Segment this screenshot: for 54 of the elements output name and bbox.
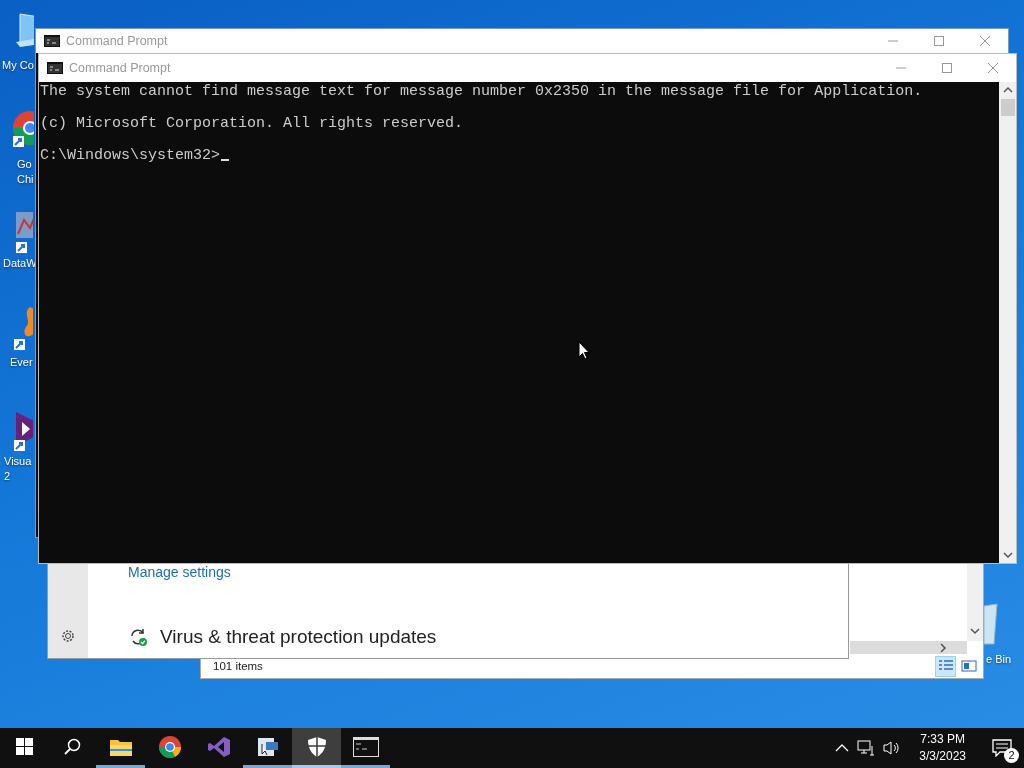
desktop-icon-label: Chi — [17, 172, 34, 187]
desktop-icon-label: Ever — [10, 355, 33, 370]
mouse-pointer-icon — [578, 341, 590, 360]
console-line: C:\Windows\system32> — [40, 148, 230, 164]
scrollbar[interactable] — [967, 564, 983, 641]
manage-settings-link[interactable]: Manage settings — [128, 564, 231, 580]
window-title: Command Prompt — [66, 34, 168, 48]
desktop-icon-label: 2 — [4, 469, 11, 484]
window-title: Command Prompt — [69, 61, 171, 75]
minimize-icon — [895, 67, 907, 69]
console-icon — [352, 736, 379, 757]
console-icon — [47, 62, 63, 74]
settings-icon[interactable] — [60, 628, 76, 644]
desktop-icon-label: Visua — [4, 454, 32, 469]
notification-center-button[interactable]: 2 — [980, 728, 1024, 768]
refresh-check-icon — [128, 627, 148, 647]
scroll-thumb[interactable] — [1000, 99, 1015, 116]
console-line: (c) Microsoft Corporation. All rights reserved. — [40, 116, 464, 132]
details-view-button[interactable] — [935, 655, 956, 677]
security-button[interactable] — [292, 728, 341, 768]
clock[interactable]: 7:33 PM 3/3/2023 — [905, 731, 980, 765]
desktop-icon-label: My Co — [2, 58, 34, 73]
desktop-icon-label: e Bin — [986, 652, 1012, 667]
desktop-icon-label: Go — [17, 157, 32, 172]
message-icon — [992, 739, 1012, 757]
tiles-icon — [960, 659, 977, 673]
close-icon — [979, 35, 991, 47]
scroll-up-icon[interactable] — [1002, 86, 1013, 94]
window-pointer-icon — [255, 735, 280, 758]
close-icon — [987, 62, 999, 74]
chrome-icon — [157, 734, 182, 759]
maximize-icon — [941, 62, 953, 74]
desktop-icon-label: DataW — [3, 256, 37, 271]
text-cursor — [221, 159, 230, 161]
section-heading: Virus & threat protection updates — [160, 626, 437, 648]
minimize-icon — [887, 40, 899, 42]
chevron-up-icon — [835, 743, 850, 753]
console-line: The system cannot find message text for message number 0x2350 in the message file for Application. — [40, 84, 923, 100]
item-count: 101 items — [213, 660, 263, 672]
shield-icon — [306, 735, 327, 758]
notification-count: 2 — [1004, 748, 1019, 763]
horizontal-scrollbar[interactable] — [850, 641, 967, 654]
list-icon — [937, 659, 954, 673]
scrollbar[interactable] — [999, 82, 1016, 563]
speaker-icon — [883, 740, 902, 756]
windows-logo-icon — [15, 738, 33, 755]
scroll-right-icon[interactable] — [939, 642, 947, 653]
scroll-down-icon[interactable] — [1002, 551, 1013, 559]
search-icon — [63, 738, 81, 755]
scroll-down-icon[interactable] — [970, 627, 980, 635]
console-icon — [44, 35, 60, 47]
visual-studio-icon — [206, 734, 231, 759]
network-icon — [857, 740, 876, 756]
maximize-icon — [933, 35, 945, 47]
